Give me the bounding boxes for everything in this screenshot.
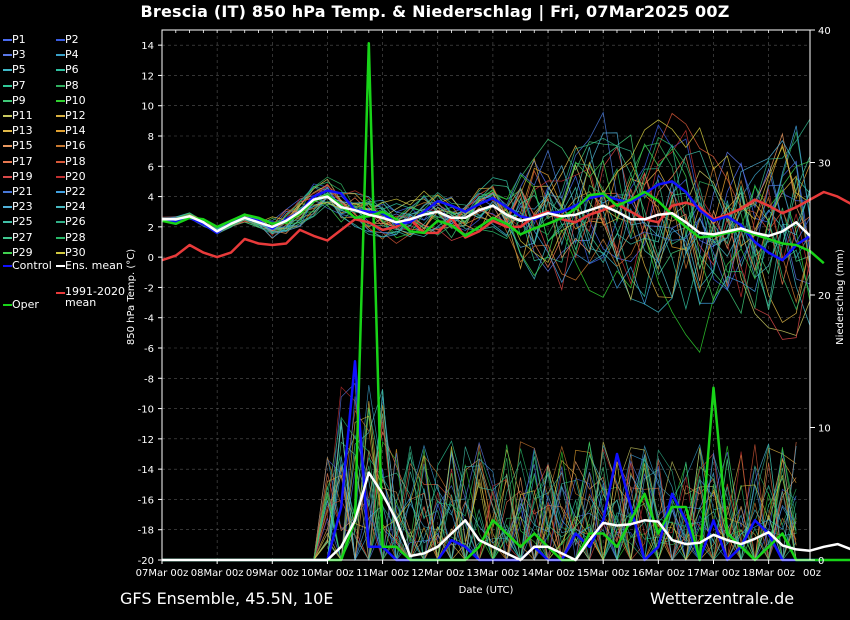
y-tick-label: -12 bbox=[138, 435, 154, 446]
y-tick-label: -6 bbox=[144, 344, 154, 355]
x-tick-label: 11Mar 00z bbox=[356, 568, 409, 579]
y-tick-label: -18 bbox=[138, 526, 154, 537]
x-axis-label: Date (UTC) bbox=[459, 585, 514, 596]
x-tick-label: 13Mar 00z bbox=[467, 568, 520, 579]
y-tick-label: -10 bbox=[138, 405, 154, 416]
ensemble-members bbox=[161, 111, 811, 562]
x-tick-label: 00z bbox=[803, 568, 821, 579]
y-tick-label: -8 bbox=[144, 374, 154, 385]
x-tick-label: 07Mar 00z bbox=[136, 568, 189, 579]
y2-tick-label: 0 bbox=[818, 556, 824, 567]
y-tick-label: 10 bbox=[141, 102, 154, 113]
control-temp-line bbox=[161, 180, 811, 262]
x-tick-label: 17Mar 00z bbox=[687, 568, 740, 579]
x-tick-label: 14Mar 00z bbox=[522, 568, 575, 579]
x-tick-label: 18Mar 00z bbox=[742, 568, 795, 579]
x-tick-label: 12Mar 00z bbox=[411, 568, 464, 579]
x-tick-label: 16Mar 00z bbox=[632, 568, 685, 579]
y2-tick-label: 40 bbox=[818, 26, 831, 37]
y-tick-label: 4 bbox=[148, 193, 154, 204]
x-tick-label: 09Mar 00z bbox=[246, 568, 299, 579]
y-tick-label: 2 bbox=[148, 223, 154, 234]
y2-axis-label: Niederschlag (mm) bbox=[835, 249, 846, 345]
y2-tick-label: 30 bbox=[818, 159, 831, 170]
member-temp-line bbox=[161, 132, 811, 265]
footer-model-info: GFS Ensemble, 45.5N, 10E bbox=[120, 589, 334, 608]
grid bbox=[161, 30, 810, 561]
y2-tick-label: 20 bbox=[818, 291, 831, 302]
y2-tick-label: 10 bbox=[818, 424, 831, 435]
y-tick-label: -20 bbox=[138, 556, 154, 567]
x-tick-label: 10Mar 00z bbox=[301, 568, 354, 579]
y-tick-label: -14 bbox=[138, 465, 154, 476]
y-tick-label: -2 bbox=[144, 283, 154, 294]
y-tick-label: 6 bbox=[148, 162, 154, 173]
y-tick-label: 0 bbox=[148, 253, 154, 264]
y-tick-label: 12 bbox=[141, 71, 154, 82]
x-tick-label: 15Mar 00z bbox=[577, 568, 630, 579]
y-tick-label: -4 bbox=[144, 314, 154, 325]
y-tick-label: 8 bbox=[148, 132, 154, 143]
y-tick-label: -16 bbox=[138, 495, 154, 506]
y-axis-label: 850 hPa Temp. (°C) bbox=[126, 249, 137, 345]
plot-frame bbox=[161, 29, 811, 561]
y-tick-label: 14 bbox=[141, 41, 154, 52]
x-tick-label: 08Mar 00z bbox=[191, 568, 244, 579]
chart: -20-18-16-14-12-10-8-6-4-202468101214010… bbox=[126, 26, 850, 596]
footer-source: Wetterzentrale.de bbox=[650, 589, 795, 608]
